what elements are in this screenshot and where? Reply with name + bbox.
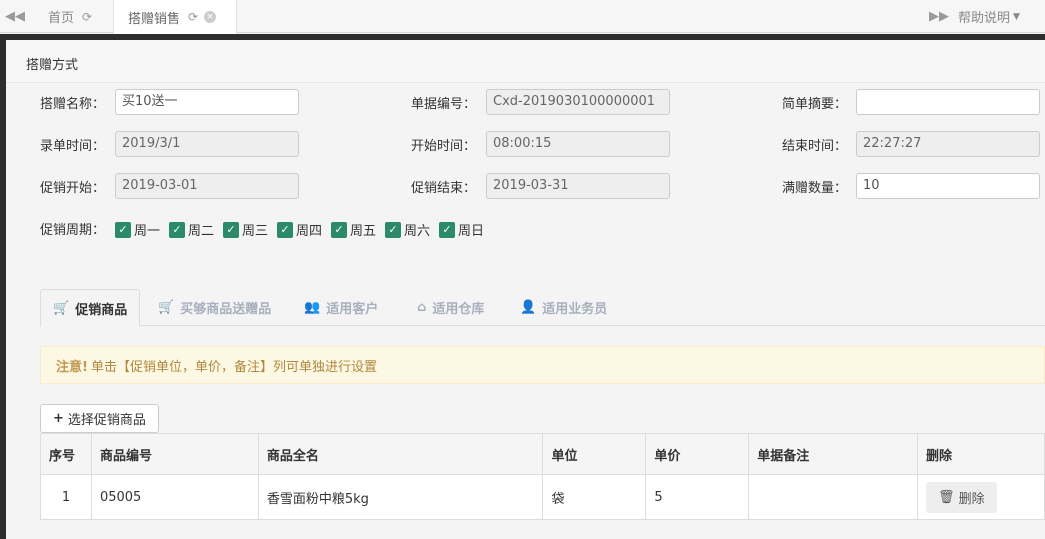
- cell-note[interactable]: [748, 474, 919, 520]
- cart-icon: 🛒: [53, 300, 70, 316]
- tab-promo-goods[interactable]: 🛒 促销商品: [40, 289, 141, 327]
- entry-time-label: 录单时间：: [40, 139, 106, 154]
- weekday-label: 周一: [134, 224, 161, 239]
- col-header: 商品编号: [90, 433, 259, 475]
- checkbox-checked-icon[interactable]: ✓: [115, 221, 131, 238]
- end-time-input[interactable]: 22:27:27: [856, 131, 1040, 157]
- goods-table: 序号 商品编号 商品全名 单位 单价 单据备注 删除 1 05005 香雪面粉中…: [40, 433, 1045, 520]
- checkbox-checked-icon[interactable]: ✓: [169, 221, 185, 238]
- panel-header: 搭赠方式: [6, 40, 1045, 83]
- weekday-sat[interactable]: ✓ 周六: [385, 220, 430, 239]
- cell-no: 1: [40, 474, 92, 520]
- tab-buy-gift[interactable]: 🛒 买够商品送赠品: [158, 289, 271, 326]
- help-menu-label: 帮助说明: [958, 11, 1011, 26]
- checkbox-checked-icon[interactable]: ✓: [331, 221, 347, 238]
- checkbox-checked-icon[interactable]: ✓: [439, 221, 455, 238]
- table-header-row: 序号 商品编号 商品全名 单位 单价 单据备注 删除: [40, 433, 1045, 475]
- col-header: 单价: [645, 433, 750, 475]
- cell-price[interactable]: 5: [645, 474, 750, 520]
- entry-time-input[interactable]: 2019/3/1: [115, 131, 299, 157]
- summary-input[interactable]: [856, 89, 1040, 115]
- col-header: 序号: [40, 433, 92, 475]
- notice-alert: 注意! 单击【促销单位，单价，备注】列可单独进行设置: [40, 346, 1045, 384]
- weekday-tue[interactable]: ✓ 周二: [169, 220, 214, 239]
- weekday-label: 周四: [296, 224, 323, 239]
- tab-label: 买够商品送赠品: [180, 302, 272, 317]
- weekday-label: 周六: [404, 224, 431, 239]
- bill-no-input[interactable]: Cxd-2019030100000001: [486, 89, 670, 115]
- trash-icon: 🗑: [938, 489, 955, 505]
- col-header: 单位: [542, 433, 647, 475]
- select-goods-label: 选择促销商品: [67, 413, 146, 428]
- checkbox-checked-icon[interactable]: ✓: [385, 221, 401, 238]
- col-header: 商品全名: [257, 433, 544, 475]
- summary-label: 简单摘要：: [782, 97, 848, 112]
- backward-icon[interactable]: ◀◀: [0, 0, 30, 33]
- tab-label: 促销商品: [75, 302, 128, 318]
- weekday-thu[interactable]: ✓ 周四: [277, 220, 322, 239]
- promo-start-input[interactable]: 2019-03-01: [115, 173, 299, 199]
- cell-code: 05005: [90, 474, 259, 520]
- cell-delete: 🗑 删除: [917, 474, 1045, 520]
- home-icon: ⌂: [417, 300, 427, 315]
- cell-unit[interactable]: 袋: [542, 474, 647, 520]
- tab-home[interactable]: 首页 ⟳: [34, 0, 112, 33]
- plus-icon: +: [53, 411, 64, 426]
- tab-bar: ◀◀ 首页 ⟳ 搭赠销售 ⟳ × ▶▶ 帮助说明 ▼: [0, 0, 1045, 34]
- start-time-input[interactable]: 08:00:15: [486, 131, 670, 157]
- weekday-wed[interactable]: ✓ 周三: [223, 220, 268, 239]
- weekday-label: 周三: [242, 224, 269, 239]
- checkbox-checked-icon[interactable]: ✓: [223, 221, 239, 238]
- select-goods-button[interactable]: + 选择促销商品: [40, 404, 159, 433]
- tab-customers[interactable]: 👥 适用客户: [304, 289, 378, 326]
- col-header: 单据备注: [748, 433, 919, 475]
- name-input[interactable]: 买10送一: [115, 89, 299, 115]
- tab-salesman[interactable]: 👤 适用业务员: [520, 289, 607, 326]
- weekday-label: 周五: [350, 224, 377, 239]
- alert-text: 单击【促销单位，单价，备注】列可单独进行设置: [90, 359, 377, 375]
- name-label: 搭赠名称：: [40, 97, 106, 112]
- bill-no-label: 单据编号：: [411, 97, 477, 112]
- promo-start-label: 促销开始：: [40, 181, 106, 196]
- tab-label: 适用客户: [326, 302, 379, 317]
- tab-warehouse[interactable]: ⌂ 适用仓库: [417, 289, 484, 326]
- delete-button[interactable]: 🗑 删除: [926, 481, 997, 513]
- checkbox-checked-icon[interactable]: ✓: [277, 221, 293, 238]
- weekday-label: 周二: [188, 224, 215, 239]
- caret-down-icon: ▼: [1013, 11, 1020, 22]
- sub-tabs: 🛒 促销商品 🛒 买够商品送赠品 👥 适用客户 ⌂ 适用仓库 👤 适用业务员: [40, 289, 1045, 327]
- col-header: 删除: [917, 433, 1045, 475]
- weekday-sun[interactable]: ✓ 周日: [439, 220, 484, 239]
- promo-end-label: 促销结束：: [411, 181, 477, 196]
- panel-title: 搭赠方式: [26, 58, 79, 73]
- weekday-mon[interactable]: ✓ 周一: [115, 220, 160, 239]
- weekday-fri[interactable]: ✓ 周五: [331, 220, 376, 239]
- end-time-label: 结束时间：: [782, 139, 848, 154]
- tab-gift-sales[interactable]: 搭赠销售 ⟳ ×: [113, 0, 237, 34]
- weekday-label: 周日: [458, 224, 485, 239]
- refresh-icon[interactable]: ⟳: [188, 10, 198, 24]
- cycle-label: 促销周期：: [40, 223, 106, 238]
- tab-gift-sales-label: 搭赠销售: [128, 11, 181, 27]
- close-icon[interactable]: ×: [204, 11, 217, 23]
- alert-strong: 注意!: [56, 359, 88, 375]
- user-icon: 👤: [520, 300, 537, 315]
- refresh-icon[interactable]: ⟳: [82, 10, 92, 24]
- table-row[interactable]: 1 05005 香雪面粉中粮5kg 袋 5 🗑 删除: [40, 474, 1045, 520]
- gift-qty-input[interactable]: 10: [856, 173, 1040, 199]
- help-menu[interactable]: 帮助说明 ▼: [958, 0, 1020, 33]
- gift-qty-label: 满赠数量：: [782, 181, 848, 196]
- tab-label: 适用业务员: [542, 302, 608, 317]
- delete-label: 删除: [958, 491, 985, 507]
- forward-icon[interactable]: ▶▶: [928, 0, 950, 33]
- cart-icon: 🛒: [158, 300, 175, 315]
- promo-end-input[interactable]: 2019-03-31: [486, 173, 670, 199]
- gift-method-panel: 搭赠方式 搭赠名称： 买10送一 单据编号： Cxd-2019030100000…: [6, 40, 1045, 539]
- cell-name: 香雪面粉中粮5kg: [257, 474, 544, 520]
- tab-label: 适用仓库: [432, 302, 485, 317]
- start-time-label: 开始时间：: [411, 139, 477, 154]
- users-icon: 👥: [304, 300, 321, 315]
- tab-home-label: 首页: [48, 11, 75, 26]
